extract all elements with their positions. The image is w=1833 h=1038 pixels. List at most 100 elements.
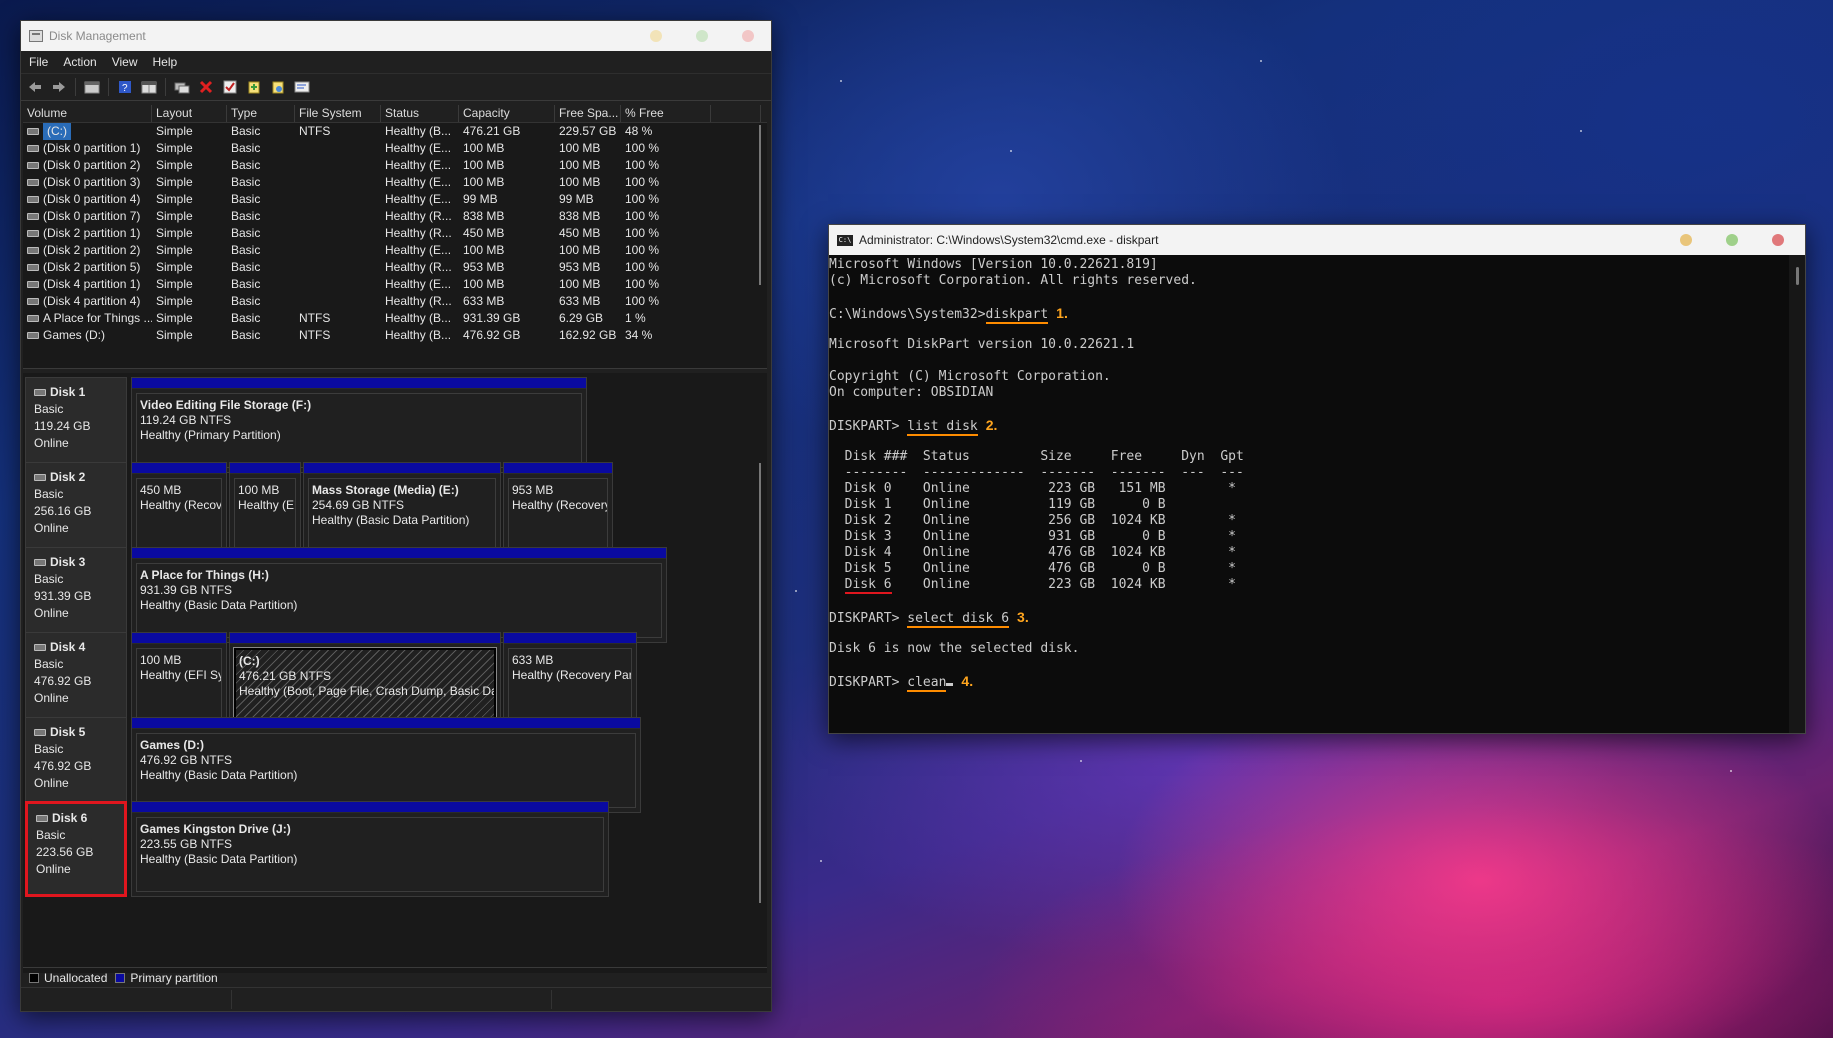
partition-block[interactable]: Games (D:) 476.92 GB NTFS Healthy (Basic D… — [131, 717, 641, 813]
partition-block[interactable]: Mass Storage (Media) (E:) 254.69 GB NTFS H… — [303, 462, 501, 558]
terminal-output[interactable]: Microsoft Windows [Version 10.0.22621.81… — [829, 255, 1789, 733]
table-row[interactable]: (Disk 2 partition 2) Simple Basic Healthy (… — [23, 242, 767, 259]
connect-icon[interactable] — [174, 79, 190, 95]
status-cell: Healthy (B... — [385, 311, 452, 325]
menu-bar: File Action View Help — [21, 51, 771, 73]
type-cell: Basic — [231, 226, 261, 240]
terminal-line: DISKPART> list disk 2. — [829, 417, 998, 436]
console-tree-icon[interactable] — [84, 79, 100, 95]
table-row[interactable]: (Disk 0 partition 4) Simple Basic Healthy (… — [23, 191, 767, 208]
table-row[interactable]: (C:) Simple Basic NTFS Healthy (B... 476.21 G… — [23, 123, 767, 140]
disk-label[interactable]: Disk 6 Basic 223.56 GB Online — [25, 801, 127, 897]
disk-label[interactable]: Disk 5 Basic 476.92 GB Online — [25, 717, 127, 813]
table-row[interactable]: (Disk 0 partition 2) Simple Basic Healthy (… — [23, 157, 767, 174]
export-icon[interactable] — [246, 79, 262, 95]
disk-label[interactable]: Disk 2 Basic 256.16 GB Online — [25, 462, 127, 558]
cmd-app-icon: C:\ — [837, 234, 853, 246]
col-layout[interactable]: Layout — [152, 105, 227, 122]
maximize-button[interactable] — [696, 30, 708, 42]
partition-info: 633 MBHealthy (Recovery Partition — [508, 648, 632, 723]
menu-help[interactable]: Help — [153, 55, 178, 69]
menu-action[interactable]: Action — [63, 55, 96, 69]
free-cell: 99 MB — [559, 192, 594, 206]
type-cell: Basic — [231, 243, 261, 257]
partition-block[interactable]: 450 MBHealthy (Recovery — [131, 462, 227, 558]
back-icon[interactable] — [27, 79, 43, 95]
terminal-line: Disk 0 Online 223 GB 151 MB * — [829, 481, 1236, 496]
table-row[interactable]: Games (D:) Simple Basic NTFS Healthy (B... 47… — [23, 327, 767, 344]
volume-name: Games (D:) — [43, 328, 106, 342]
partition-block[interactable]: 953 MBHealthy (Recovery Par — [503, 462, 613, 558]
volume-name: (C:) — [43, 123, 71, 140]
cmd-scrollbar-track[interactable] — [1789, 255, 1805, 733]
partition-status: Healthy (Basic Data Partition) — [140, 768, 298, 782]
check-icon[interactable] — [222, 79, 238, 95]
status-cell: Healthy (E... — [385, 243, 452, 257]
disk-label[interactable]: Disk 3 Basic 931.39 GB Online — [25, 547, 127, 643]
partition-block[interactable]: Games Kingston Drive (J:) 223.55 GB NTFS H… — [131, 801, 609, 897]
refresh-icon[interactable] — [270, 79, 286, 95]
disk-label[interactable]: Disk 1 Basic 119.24 GB Online — [25, 377, 127, 473]
properties-grid-icon[interactable] — [141, 79, 157, 95]
svg-text:?: ? — [122, 83, 128, 94]
table-row[interactable]: (Disk 0 partition 7) Simple Basic Healthy (… — [23, 208, 767, 225]
terminal-line: C:\Windows\System32>diskpart 1. — [829, 305, 1068, 324]
col-percent-free[interactable]: % Free — [621, 105, 711, 122]
help-icon[interactable]: ? — [117, 79, 133, 95]
free-cell: 100 MB — [559, 141, 601, 155]
table-row[interactable]: (Disk 2 partition 5) Simple Basic Healthy (… — [23, 259, 767, 276]
pct-cell: 1 % — [625, 311, 646, 325]
delete-icon[interactable] — [198, 79, 214, 95]
partition-info: (C:) 476.21 GB NTFS Healthy (Boot, Page Fi… — [233, 647, 497, 724]
text-cursor — [946, 683, 954, 686]
partition-title: (C:) — [239, 654, 260, 668]
minimize-button[interactable] — [650, 30, 662, 42]
partition-block[interactable]: 100 MBHealthy (EFI Syster — [131, 632, 227, 728]
col-status[interactable]: Status — [381, 105, 459, 122]
partition-title: Video Editing File Storage (F:) — [140, 398, 312, 412]
cmd-scrollbar-thumb[interactable] — [1796, 267, 1799, 285]
partition-block[interactable]: (C:) 476.21 GB NTFS Healthy (Boot, Page Fi… — [229, 632, 501, 728]
close-button[interactable] — [742, 30, 754, 42]
volume-list-scrollbar[interactable] — [759, 125, 761, 285]
terminal-line: (c) Microsoft Corporation. All rights re… — [829, 273, 1197, 288]
table-row[interactable]: (Disk 0 partition 3) Simple Basic Healthy (… — [23, 174, 767, 191]
capacity-cell: 450 MB — [463, 226, 505, 240]
partition-status: Healthy (Primary Partition) — [140, 428, 281, 442]
col-free-space[interactable]: Free Spa... — [555, 105, 621, 122]
disk-icon — [36, 815, 48, 822]
forward-icon[interactable] — [51, 79, 67, 95]
partition-block[interactable]: 633 MBHealthy (Recovery Partition — [503, 632, 637, 728]
cmd-minimize-button[interactable] — [1680, 234, 1692, 246]
menu-view[interactable]: View — [112, 55, 138, 69]
partition-block[interactable]: A Place for Things (H:) 931.39 GB NTFS Hea… — [131, 547, 667, 643]
table-row[interactable]: (Disk 0 partition 1) Simple Basic Healthy (… — [23, 140, 767, 157]
disk-view-scrollbar[interactable] — [759, 463, 761, 903]
layout-cell: Simple — [156, 124, 193, 138]
capacity-cell: 838 MB — [463, 209, 505, 223]
partition-info: Video Editing File Storage (F:) 119.24 GB… — [136, 393, 582, 468]
partition-block[interactable]: 100 MBHealthy (EFI S — [229, 462, 301, 558]
table-row[interactable]: A Place for Things ... Simple Basic NTFS Hea… — [23, 310, 767, 327]
type-cell: Basic — [231, 277, 261, 291]
menu-file[interactable]: File — [29, 55, 48, 69]
col-file-system[interactable]: File System — [295, 105, 381, 122]
col-volume[interactable]: Volume — [23, 105, 152, 122]
volume-cell: (Disk 0 partition 3) — [23, 174, 152, 191]
col-capacity[interactable]: Capacity — [459, 105, 555, 122]
disk-label[interactable]: Disk 4 Basic 476.92 GB Online — [25, 632, 127, 728]
cmd-close-button[interactable] — [1772, 234, 1784, 246]
disk-size: 223.56 GB — [36, 845, 94, 859]
partition-status: Healthy (Recovery Par — [512, 498, 608, 512]
table-row[interactable]: (Disk 4 partition 4) Simple Basic Healthy (… — [23, 293, 767, 310]
col-type[interactable]: Type — [227, 105, 295, 122]
cmd-title: Administrator: C:\Windows\System32\cmd.e… — [859, 233, 1159, 247]
table-row[interactable]: (Disk 2 partition 1) Simple Basic Healthy (… — [23, 225, 767, 242]
settings-icon[interactable] — [294, 79, 310, 95]
layout-cell: Simple — [156, 141, 193, 155]
disk-name-line: Disk 4 — [34, 639, 118, 656]
partition-status: Healthy (EFI Syster — [140, 668, 221, 682]
table-row[interactable]: (Disk 4 partition 1) Simple Basic Healthy (… — [23, 276, 767, 293]
cmd-maximize-button[interactable] — [1726, 234, 1738, 246]
partition-block[interactable]: Video Editing File Storage (F:) 119.24 GB… — [131, 377, 587, 473]
